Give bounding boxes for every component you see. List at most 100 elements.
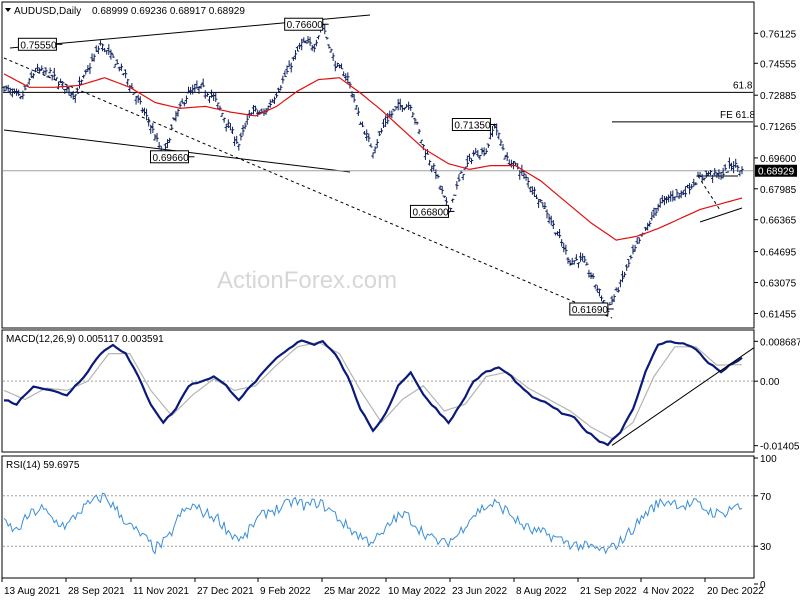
ohlc-bar <box>165 139 170 148</box>
ohlc-bar <box>474 147 478 154</box>
ohlc-bar <box>723 164 727 171</box>
ohlc-bar <box>138 96 142 105</box>
ohlc-bar <box>81 74 86 79</box>
ohlc-bar <box>566 257 570 264</box>
ohlc-bar <box>352 94 356 103</box>
x-tick-label: 21 Sep 2022 <box>580 586 637 597</box>
macd-panel-frame <box>1 329 755 453</box>
rsi-tick-label: 70 <box>760 492 772 503</box>
watermark: ActionForex.com <box>217 267 397 294</box>
horizontal-levels: 61.8 FE 61.8 <box>3 80 755 172</box>
ohlc-bar <box>63 88 67 94</box>
svg-text:0.75550: 0.75550 <box>20 40 57 51</box>
svg-text:0.76600: 0.76600 <box>287 20 324 31</box>
ohlc-bar <box>56 81 61 90</box>
ohlc-bar <box>373 146 377 154</box>
ohlc-bar <box>222 117 226 123</box>
ohlc-bar <box>232 136 237 147</box>
ohlc-bar <box>453 194 457 196</box>
macd-main-line <box>3 339 743 447</box>
ohlc-bar <box>289 62 293 73</box>
price-chart: AUDUSD,Daily 0.68999 0.69236 0.68917 0.6… <box>1 1 800 597</box>
x-tick-label: 10 May 2022 <box>388 586 446 597</box>
ohlc-bar <box>614 287 618 291</box>
fib-61-8-label: 61.8 <box>733 80 753 91</box>
ohlc-bar <box>417 129 421 135</box>
ohlc-bar <box>241 124 245 136</box>
ohlc-bar <box>354 105 358 110</box>
ohlc-bar <box>211 92 216 101</box>
ohlc-bar <box>381 119 386 129</box>
ohlc-bar <box>497 132 501 140</box>
ohlc-bar <box>622 271 627 278</box>
ohlc-bar <box>560 239 564 247</box>
ohlc-bar <box>325 36 329 40</box>
ohlc-bar <box>578 252 583 262</box>
macd-indicator: 0.008687 0.00 -0.014056 <box>3 337 800 453</box>
ohlc-bar <box>94 45 98 52</box>
ohlc-bar <box>86 65 90 72</box>
ohlc-bar <box>476 149 480 157</box>
ohlc-bar <box>509 159 514 168</box>
ohlc-bar <box>727 157 732 169</box>
ohlc-bar <box>356 107 361 116</box>
ohlc-bar <box>469 158 474 165</box>
price-tick-label: 0.61455 <box>760 309 797 320</box>
svg-text:0.71350: 0.71350 <box>454 121 491 132</box>
ohlc-bar <box>247 109 251 119</box>
rsi-label: RSI(14) 59.6975 <box>6 460 80 471</box>
ohlc-bar <box>170 124 174 130</box>
rsi-line <box>3 492 743 555</box>
ohlc-bar <box>738 170 742 177</box>
ohlc-bar <box>27 77 31 85</box>
ohlc-bar <box>52 67 56 80</box>
macd-signal-line <box>3 341 742 440</box>
ohlc-bar <box>415 121 419 125</box>
ohlc-bar <box>442 195 446 198</box>
ohlc-bar <box>157 141 161 150</box>
ohlc-bar <box>450 198 455 203</box>
ohlc-bar <box>402 107 407 111</box>
ohlc-bar <box>201 78 205 88</box>
price-tick-label: 0.72885 <box>760 91 797 102</box>
ohlc-bar <box>484 148 488 155</box>
ohlc-bar <box>455 181 459 190</box>
ohlc-bar <box>96 45 101 54</box>
ohlc-bar <box>690 183 694 190</box>
ohlc-bar <box>23 85 27 91</box>
ohlc-bar <box>704 170 709 178</box>
rsi-tick-label: 100 <box>760 454 777 465</box>
ohlc-bar <box>245 115 249 125</box>
ohlc-bar <box>627 258 631 268</box>
ohlc-bar <box>444 197 449 206</box>
header-symbol: AUDUSD,Daily <box>14 6 81 17</box>
macd-tick-label: -0.014056 <box>760 442 800 453</box>
ohlc-bar <box>65 83 69 92</box>
ohlc-bar <box>149 124 153 134</box>
ohlc-bar <box>406 101 411 111</box>
svg-text:0.69660: 0.69660 <box>153 153 190 164</box>
ohlc-bar <box>44 67 48 75</box>
ohlc-bar <box>557 228 562 239</box>
ohlc-bar <box>721 167 725 179</box>
ohlc-bar <box>660 194 665 204</box>
ohlc-bar <box>725 171 730 174</box>
header-triangle-icon <box>5 8 11 12</box>
current-price-label: 0.68929 <box>758 167 795 178</box>
ohlc-bar <box>518 170 522 180</box>
ohlc-bar <box>440 186 444 195</box>
ohlc-bar <box>329 48 333 53</box>
ohlc-bar <box>599 295 604 302</box>
x-tick-label: 23 Jun 2022 <box>452 586 507 597</box>
ohlc-bar <box>503 155 507 160</box>
price-annotation: 0.71350 <box>451 118 497 132</box>
ohlc-bar <box>121 73 126 76</box>
fe-61-8-label: FE 61.8 <box>720 110 755 121</box>
ohlc-bar <box>339 63 344 70</box>
ohlc-bar <box>595 285 600 293</box>
price-tick-label: 0.76125 <box>760 29 797 40</box>
ohlc-bar <box>214 92 218 103</box>
price-annotation: 0.75550 <box>17 37 63 51</box>
ohlc-bar <box>100 43 105 52</box>
ohlc-bar <box>274 92 279 98</box>
